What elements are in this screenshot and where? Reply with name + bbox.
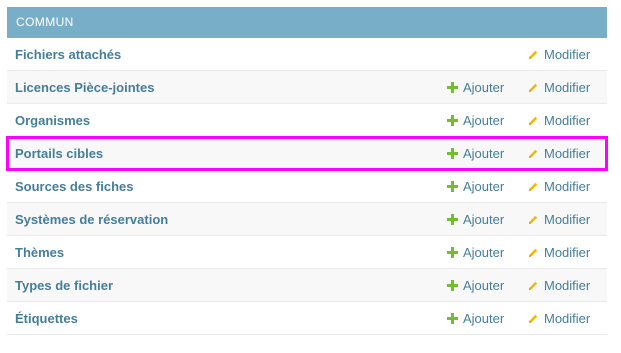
plus-icon — [447, 247, 458, 259]
model-row-etiquettes: Étiquettes Ajouter Modifier — [7, 302, 607, 335]
plus-icon — [447, 148, 458, 160]
add-label: Ajouter — [463, 278, 505, 293]
model-link[interactable]: Licences Pièce-jointes — [15, 71, 154, 104]
model-row-themes: Thèmes Ajouter Modifier — [7, 236, 607, 269]
plus-icon — [447, 115, 458, 127]
change-link[interactable]: Modifier — [527, 104, 590, 137]
plus-icon — [447, 280, 458, 292]
pencil-icon — [529, 314, 538, 323]
pencil-icon — [529, 50, 538, 59]
model-row-systemes-de-reservation: Systèmes de réservation Ajouter Modifier — [7, 203, 607, 236]
model-row-fichiers-attaches: Fichiers attachés Modifier — [7, 38, 607, 71]
change-label: Modifier — [544, 47, 591, 62]
add-link[interactable]: Ajouter — [447, 71, 504, 104]
model-link[interactable]: Sources des fiches — [15, 170, 134, 203]
pencil-icon — [529, 182, 538, 191]
pencil-icon — [529, 281, 538, 290]
model-link[interactable]: Étiquettes — [15, 302, 78, 335]
plus-icon — [447, 313, 458, 325]
model-row-types-de-fichier: Types de fichier Ajouter Modifier — [7, 269, 607, 302]
add-link[interactable]: Ajouter — [447, 170, 504, 203]
model-link[interactable]: Types de fichier — [15, 269, 113, 302]
model-link[interactable]: Organismes — [15, 104, 90, 137]
plus-icon — [447, 82, 458, 94]
change-label: Modifier — [544, 278, 591, 293]
add-label: Ajouter — [463, 80, 505, 95]
plus-icon — [447, 214, 458, 226]
add-label: Ajouter — [463, 212, 505, 227]
change-label: Modifier — [544, 311, 591, 326]
add-link[interactable]: Ajouter — [447, 236, 504, 269]
model-link[interactable]: Thèmes — [15, 236, 64, 269]
change-label: Modifier — [544, 245, 591, 260]
add-label: Ajouter — [463, 146, 505, 161]
add-label: Ajouter — [463, 311, 505, 326]
add-label: Ajouter — [463, 179, 505, 194]
add-link[interactable]: Ajouter — [447, 302, 504, 335]
change-label: Modifier — [544, 113, 591, 128]
change-link[interactable]: Modifier — [527, 38, 590, 71]
change-link[interactable]: Modifier — [527, 137, 590, 170]
change-link[interactable]: Modifier — [527, 269, 590, 302]
change-link[interactable]: Modifier — [527, 236, 590, 269]
change-link[interactable]: Modifier — [527, 71, 590, 104]
model-link[interactable]: Systèmes de réservation — [15, 203, 168, 236]
add-label: Ajouter — [463, 245, 505, 260]
pencil-icon — [529, 248, 538, 257]
model-link[interactable]: Portails cibles — [15, 137, 103, 170]
change-link[interactable]: Modifier — [527, 170, 590, 203]
pencil-icon — [529, 149, 538, 158]
pencil-icon — [529, 215, 538, 224]
model-row-portails-cibles: Portails cibles Ajouter Modifier — [6, 136, 608, 171]
add-link[interactable]: Ajouter — [447, 203, 504, 236]
add-link[interactable]: Ajouter — [447, 269, 504, 302]
change-link[interactable]: Modifier — [527, 302, 590, 335]
change-label: Modifier — [544, 179, 591, 194]
change-link[interactable]: Modifier — [527, 203, 590, 236]
change-label: Modifier — [544, 80, 591, 95]
model-row-sources-des-fiches: Sources des fiches Ajouter Modifier — [7, 170, 607, 203]
add-link[interactable]: Ajouter — [447, 104, 504, 137]
pencil-icon — [529, 83, 538, 92]
add-link[interactable]: Ajouter — [447, 137, 504, 170]
model-row-organismes: Organismes Ajouter Modifier — [7, 104, 607, 137]
change-label: Modifier — [544, 212, 591, 227]
model-row-licences-piece-jointes: Licences Pièce-jointes Ajouter Modifier — [7, 71, 607, 104]
change-label: Modifier — [544, 146, 591, 161]
model-link[interactable]: Fichiers attachés — [15, 38, 121, 71]
add-label: Ajouter — [463, 113, 505, 128]
module-caption[interactable]: COMMUN — [7, 7, 607, 38]
plus-icon — [447, 181, 458, 193]
app-module-commun: COMMUN Fichiers attachés Modifier Licenc… — [6, 7, 608, 335]
pencil-icon — [529, 116, 538, 125]
